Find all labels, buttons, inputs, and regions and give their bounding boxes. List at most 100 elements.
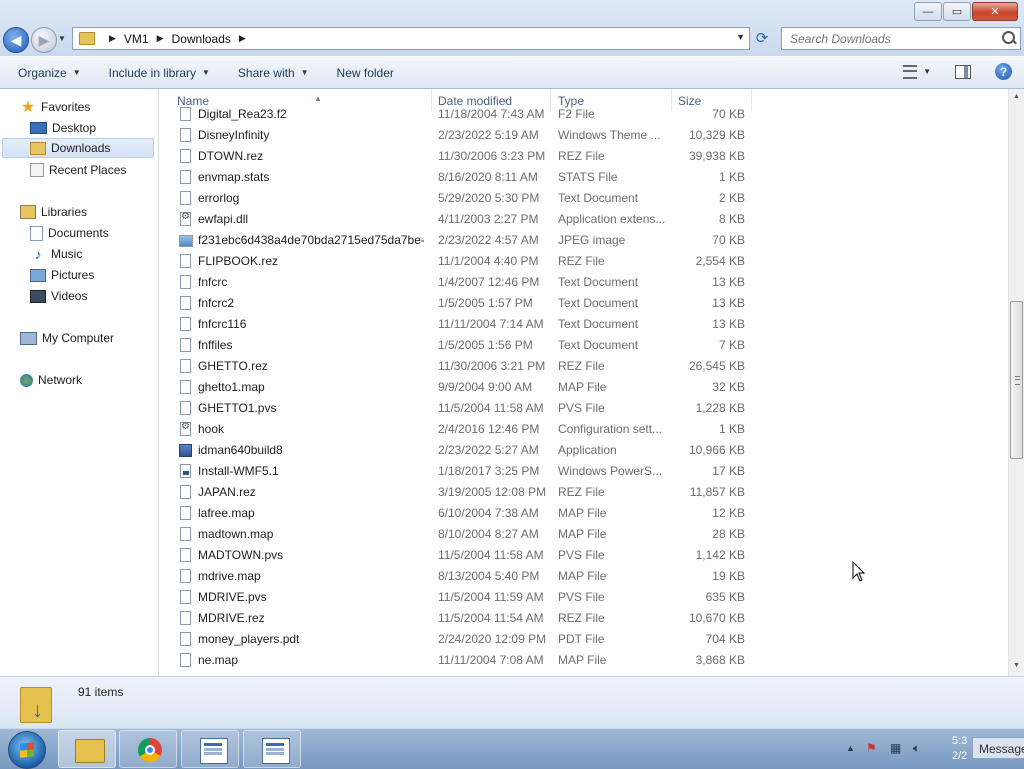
nav-recent-places[interactable]: Recent Places [30, 160, 126, 180]
taskbar-window-1[interactable] [181, 730, 239, 768]
nav-libraries[interactable]: Libraries [20, 202, 87, 222]
scroll-down-icon[interactable]: ▼ [1013, 662, 1020, 669]
address-history-dropdown[interactable]: ▼ [736, 32, 745, 42]
taskbar-window-2[interactable] [243, 730, 301, 768]
taskbar-explorer[interactable] [58, 730, 116, 768]
breadcrumb-downloads[interactable]: Downloads [172, 32, 231, 46]
message-button[interactable]: Message [972, 737, 1024, 759]
file-row[interactable]: ne.map 11/11/2004 7:08 AM MAP File 3,868 KB [159, 650, 1008, 671]
file-row[interactable]: madtown.map 8/10/2004 8:27 AM MAP File 28 K… [159, 524, 1008, 545]
file-row[interactable]: lafree.map 6/10/2004 7:38 AM MAP File 12 KB [159, 503, 1008, 524]
recent-pages-dropdown[interactable]: ▼ [58, 34, 66, 43]
nav-documents[interactable]: Documents [30, 223, 109, 243]
file-row[interactable]: GHETTO.rez 11/30/2006 3:21 PM REZ File 26,5… [159, 356, 1008, 377]
search-input[interactable] [788, 30, 998, 47]
file-row[interactable]: DTOWN.rez 11/30/2006 3:23 PM REZ File 39,93… [159, 146, 1008, 167]
taskbar-chrome[interactable] [119, 730, 177, 768]
file-row[interactable]: MDRIVE.pvs 11/5/2004 11:59 AM PVS File 635 … [159, 587, 1008, 608]
search-icon[interactable] [1002, 31, 1015, 44]
back-button[interactable]: ◀ [3, 27, 29, 53]
file-row[interactable]: money_players.pdt 2/24/2020 12:09 PM PDT F… [159, 629, 1008, 650]
file-size: 13 KB [712, 317, 745, 331]
change-view-icon[interactable] [903, 64, 918, 79]
file-date-modified: 11/11/2004 7:08 AM [438, 653, 544, 667]
nav-my-computer[interactable]: My Computer [20, 328, 114, 348]
breadcrumb-separator[interactable]: ▶ [239, 33, 246, 44]
file-size: 2,554 KB [695, 254, 745, 268]
file-type: Application [558, 443, 617, 457]
breadcrumb-separator[interactable]: ▶ [109, 33, 116, 44]
nav-downloads[interactable]: Downloads [2, 138, 154, 158]
search-box[interactable] [781, 27, 1021, 50]
file-name: Install-WMF5.1 [198, 464, 279, 478]
nav-favorites[interactable]: ★ Favorites [20, 97, 91, 117]
start-button[interactable] [8, 731, 46, 769]
nav-desktop[interactable]: Desktop [30, 118, 96, 138]
file-row[interactable]: JAPAN.rez 3/19/2005 12:08 PM REZ File 11,85… [159, 482, 1008, 503]
file-name: ghetto1.map [198, 380, 265, 394]
vertical-scrollbar[interactable]: ▲ ▼ [1008, 89, 1024, 676]
organize-menu[interactable]: Organize ▼ [18, 66, 81, 80]
file-size: 26,545 KB [688, 359, 745, 373]
file-row[interactable]: DisneyInfinity 2/23/2022 5:19 AM Windows T… [159, 125, 1008, 146]
network-status-icon[interactable]: ▦ [890, 741, 901, 755]
file-date-modified: 3/19/2005 12:08 PM [438, 485, 547, 499]
forward-button[interactable]: ▶ [31, 27, 57, 53]
file-name: hook [198, 422, 225, 436]
breadcrumb-vm1[interactable]: VM1 [124, 32, 149, 46]
volume-icon[interactable]: 🔈︎ [913, 741, 920, 756]
file-row[interactable]: ewfapi.dll 4/11/2003 2:27 PM Application e… [159, 209, 1008, 230]
file-row[interactable]: Install-WMF5.1 1/18/2017 3:25 PM Windows P… [159, 461, 1008, 482]
address-bar[interactable]: ▶ VM1 ▶ Downloads ▶ ▼ [72, 27, 750, 50]
file-row[interactable]: envmap.stats 8/16/2020 8:11 AM STATS File 1… [159, 167, 1008, 188]
file-type: PDT File [558, 632, 605, 646]
file-row[interactable]: FLIPBOOK.rez 11/1/2004 4:40 PM REZ File 2,5… [159, 251, 1008, 272]
file-row[interactable]: f231ebc6d438a4de70bda2715ed75da7be-... 2/… [159, 230, 1008, 251]
file-row[interactable]: idman640build8 2/23/2022 5:27 AM Applicati… [159, 440, 1008, 461]
file-row[interactable]: MDRIVE.rez 11/5/2004 11:54 AM REZ File 10,6… [159, 608, 1008, 629]
help-icon[interactable]: ? [995, 63, 1012, 80]
file-row[interactable]: fnffiles 1/5/2005 1:56 PM Text Document 7 K… [159, 335, 1008, 356]
breadcrumb-separator[interactable]: ▶ [157, 33, 164, 44]
file-name: DisneyInfinity [198, 128, 270, 142]
maximize-button[interactable]: ▭ [943, 2, 971, 21]
file-row[interactable]: hook 2/4/2016 12:46 PM Configuration sett.… [159, 419, 1008, 440]
file-date-modified: 2/23/2022 5:19 AM [438, 128, 539, 142]
scrollbar-thumb[interactable] [1010, 301, 1023, 459]
scroll-up-icon[interactable]: ▲ [1013, 93, 1020, 100]
action-center-icon[interactable]: ⚑ [866, 741, 877, 755]
file-icon [180, 506, 191, 520]
clock[interactable]: 5:3 2/2 [952, 734, 967, 764]
include-in-library-menu[interactable]: Include in library ▼ [109, 66, 210, 80]
file-type: PVS File [558, 590, 605, 604]
nav-label: Favorites [41, 100, 91, 114]
nav-music[interactable]: ♪ Music [30, 244, 83, 264]
minimize-button[interactable]: — [914, 2, 942, 21]
file-name: money_players.pdt [198, 632, 300, 646]
nav-videos[interactable]: Videos [30, 286, 87, 306]
nav-network[interactable]: Network [20, 370, 82, 390]
file-row[interactable]: fnfcrc2 1/5/2005 1:57 PM Text Document 13 K… [159, 293, 1008, 314]
view-options-dropdown[interactable]: ▼ [923, 67, 931, 76]
file-row[interactable]: GHETTO1.pvs 11/5/2004 11:58 AM PVS File 1,2… [159, 398, 1008, 419]
share-with-menu[interactable]: Share with ▼ [238, 66, 309, 80]
new-folder-button[interactable]: New folder [337, 66, 394, 80]
file-row[interactable]: errorlog 5/29/2020 5:30 PM Text Document 2 … [159, 188, 1008, 209]
file-name: MADTOWN.pvs [198, 548, 284, 562]
documents-icon [30, 225, 43, 241]
close-button[interactable]: ✕ [972, 2, 1018, 21]
toolbar-right-group: ▼ ? [903, 63, 1012, 80]
file-row[interactable]: mdrive.map 8/13/2004 5:40 PM MAP File 19 KB [159, 566, 1008, 587]
file-size: 10,329 KB [688, 128, 745, 142]
nav-label: Desktop [52, 121, 97, 135]
show-hidden-icons[interactable]: ▲ [846, 743, 855, 753]
file-icon [180, 191, 191, 205]
preview-pane-icon[interactable] [955, 64, 971, 79]
nav-pictures[interactable]: Pictures [30, 265, 94, 285]
file-row[interactable]: fnfcrc116 11/11/2004 7:14 AM Text Document… [159, 314, 1008, 335]
file-row[interactable]: MADTOWN.pvs 11/5/2004 11:58 AM PVS File 1,1… [159, 545, 1008, 566]
file-row[interactable]: ghetto1.map 9/9/2004 9:00 AM MAP File 32 KB [159, 377, 1008, 398]
file-row[interactable]: Digital_Rea23.f2 11/18/2004 7:43 AM F2 Fil… [159, 104, 1008, 125]
refresh-button[interactable]: ⟳ [752, 28, 772, 48]
file-row[interactable]: fnfcrc 1/4/2007 12:46 PM Text Document 13 K… [159, 272, 1008, 293]
